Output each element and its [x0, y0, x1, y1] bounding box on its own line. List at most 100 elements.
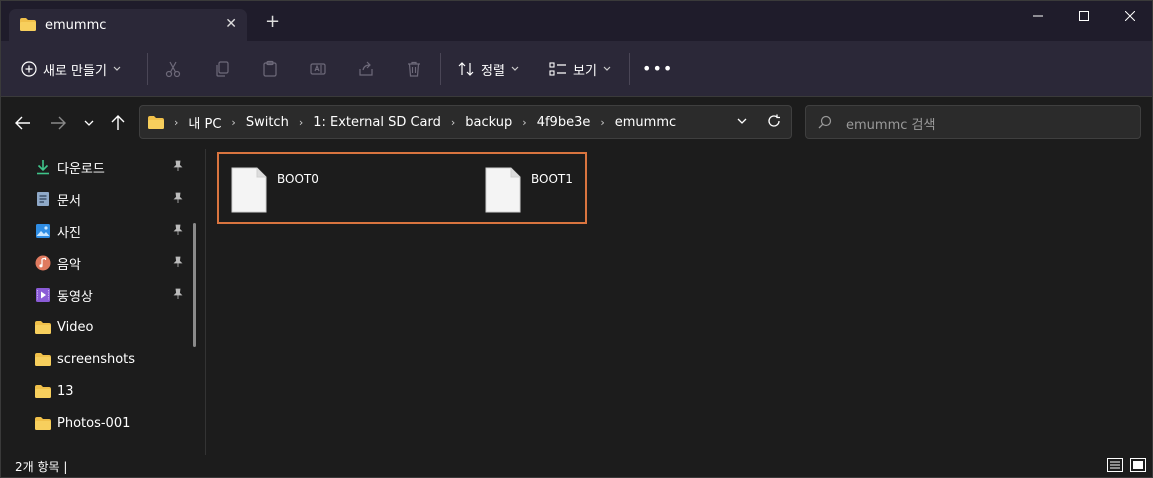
search-icon [818, 115, 832, 129]
pin-icon[interactable] [172, 160, 184, 172]
video-icon [36, 288, 50, 302]
sidebar-item-photos-001[interactable]: Photos-001 [35, 412, 195, 434]
close-tab-button[interactable]: ✕ [225, 15, 237, 33]
sidebar-item-screenshots[interactable]: screenshots [35, 348, 195, 370]
large-icons-view-button[interactable] [1130, 458, 1146, 472]
chevron-right-icon[interactable]: › [522, 116, 526, 129]
more-options-button[interactable]: ••• [642, 59, 673, 78]
refresh-icon [768, 114, 780, 127]
sidebar-item-video-folder[interactable]: Video [35, 316, 195, 338]
file-name: BOOT1 [531, 172, 573, 186]
folder-icon [35, 320, 51, 334]
breadcrumb-switch[interactable]: Switch [246, 115, 289, 130]
forward-button[interactable] [48, 113, 68, 133]
command-bar: 새로 만들기 정렬 보기 ••• [1, 41, 1152, 97]
sidebar-item-label: screenshots [57, 351, 136, 367]
recent-locations-button[interactable] [79, 113, 99, 133]
breadcrumb-sd-card[interactable]: 1: External SD Card [313, 115, 441, 130]
new-button-label: 새로 만들기 [43, 63, 107, 79]
sidebar-item-label: 13 [57, 383, 74, 399]
tab-emummc[interactable]: emummc ✕ [9, 9, 247, 41]
new-tab-button[interactable]: + [265, 13, 280, 31]
breadcrumb: › 내 PC › Switch › 1: External SD Card › … [148, 106, 676, 138]
sidebar-item-label: Video [57, 319, 94, 335]
chevron-down-icon [113, 66, 121, 71]
download-icon [37, 160, 49, 175]
maximize-button[interactable] [1061, 1, 1107, 31]
rename-button[interactable] [306, 57, 330, 81]
chevron-right-icon[interactable]: › [600, 116, 604, 129]
close-window-button[interactable] [1107, 1, 1153, 31]
chevron-down-icon [84, 120, 94, 126]
breadcrumb-backup[interactable]: backup [465, 115, 512, 130]
sidebar-scrollbar[interactable] [193, 223, 196, 347]
breadcrumb-this-pc[interactable]: 내 PC [188, 113, 221, 132]
minimize-button[interactable] [1015, 1, 1061, 31]
maximize-icon [1079, 11, 1089, 21]
copy-button[interactable] [210, 57, 234, 81]
address-row: › 내 PC › Switch › 1: External SD Card › … [1, 97, 1152, 149]
share-icon [359, 61, 373, 76]
folder-icon [20, 18, 36, 31]
sidebar-item-label: 문서 [57, 193, 81, 209]
back-button[interactable] [13, 113, 33, 133]
chevron-right-icon[interactable]: › [299, 116, 303, 129]
sidebar-item-downloads[interactable]: 다운로드 [35, 156, 195, 178]
chevron-right-icon[interactable]: › [451, 116, 455, 129]
status-bar: 2개 항목 | [1, 455, 1152, 477]
sidebar-item-label: 다운로드 [57, 161, 105, 177]
arrow-left-icon [15, 116, 30, 130]
breadcrumb-4f9be3e[interactable]: 4f9be3e [537, 115, 591, 130]
paste-button[interactable] [258, 57, 282, 81]
file-list: BOOT0 BOOT1 [206, 149, 1152, 455]
chevron-down-icon [511, 66, 519, 71]
new-button[interactable]: 새로 만들기 [13, 53, 129, 85]
folder-icon [35, 416, 51, 430]
pin-icon[interactable] [172, 288, 184, 300]
sidebar-item-13[interactable]: 13 [35, 380, 195, 402]
chevron-right-icon: › [174, 115, 179, 129]
close-icon [1125, 11, 1135, 21]
sort-button[interactable]: 정렬 [457, 53, 519, 85]
sidebar-item-label: 사진 [57, 225, 81, 241]
chevron-down-icon [737, 118, 747, 124]
arrow-right-icon [51, 116, 66, 130]
file-name: BOOT0 [277, 172, 319, 186]
view-button[interactable]: 보기 [549, 53, 611, 85]
cut-button[interactable] [161, 57, 185, 81]
large-icons-view-icon [1130, 458, 1146, 472]
clipboard-icon [263, 60, 277, 77]
folder-icon [35, 352, 51, 366]
sidebar-item-documents[interactable]: 문서 [35, 188, 195, 210]
sidebar-item-label: 동영상 [57, 289, 93, 305]
file-icon [231, 167, 267, 213]
sidebar-item-pictures[interactable]: 사진 [35, 220, 195, 242]
sort-button-label: 정렬 [481, 63, 505, 79]
pin-icon[interactable] [172, 192, 184, 204]
sidebar-item-videos[interactable]: 동영상 [35, 284, 195, 306]
item-count: 2개 항목 | [15, 460, 68, 474]
up-button[interactable] [108, 113, 128, 133]
trash-icon [408, 61, 420, 77]
search-box[interactable]: emummc 검색 [805, 105, 1141, 139]
breadcrumb-emummc[interactable]: emummc [615, 115, 676, 130]
pictures-icon [36, 224, 50, 238]
delete-button[interactable] [402, 57, 426, 81]
address-bar[interactable]: › 내 PC › Switch › 1: External SD Card › … [139, 105, 792, 139]
sidebar-item-music[interactable]: 음악 [35, 252, 195, 274]
pin-icon[interactable] [172, 256, 184, 268]
address-history-button[interactable] [737, 115, 747, 131]
share-button[interactable] [354, 57, 378, 81]
file-item[interactable]: BOOT0 [231, 167, 451, 213]
view-list-icon [549, 62, 566, 76]
search-input[interactable]: emummc 검색 [846, 114, 935, 133]
file-item[interactable]: BOOT1 [485, 167, 705, 213]
refresh-button[interactable] [767, 114, 781, 132]
rename-icon [310, 63, 326, 75]
chevron-right-icon[interactable]: › [231, 116, 235, 129]
navigation-pane: 다운로드 문서 사진 음악 동영상 Video screenshots 13 P… [1, 149, 205, 455]
view-button-label: 보기 [573, 63, 597, 79]
details-view-button[interactable] [1107, 458, 1123, 472]
selection-highlight: BOOT0 BOOT1 [217, 152, 587, 224]
pin-icon[interactable] [172, 224, 184, 236]
